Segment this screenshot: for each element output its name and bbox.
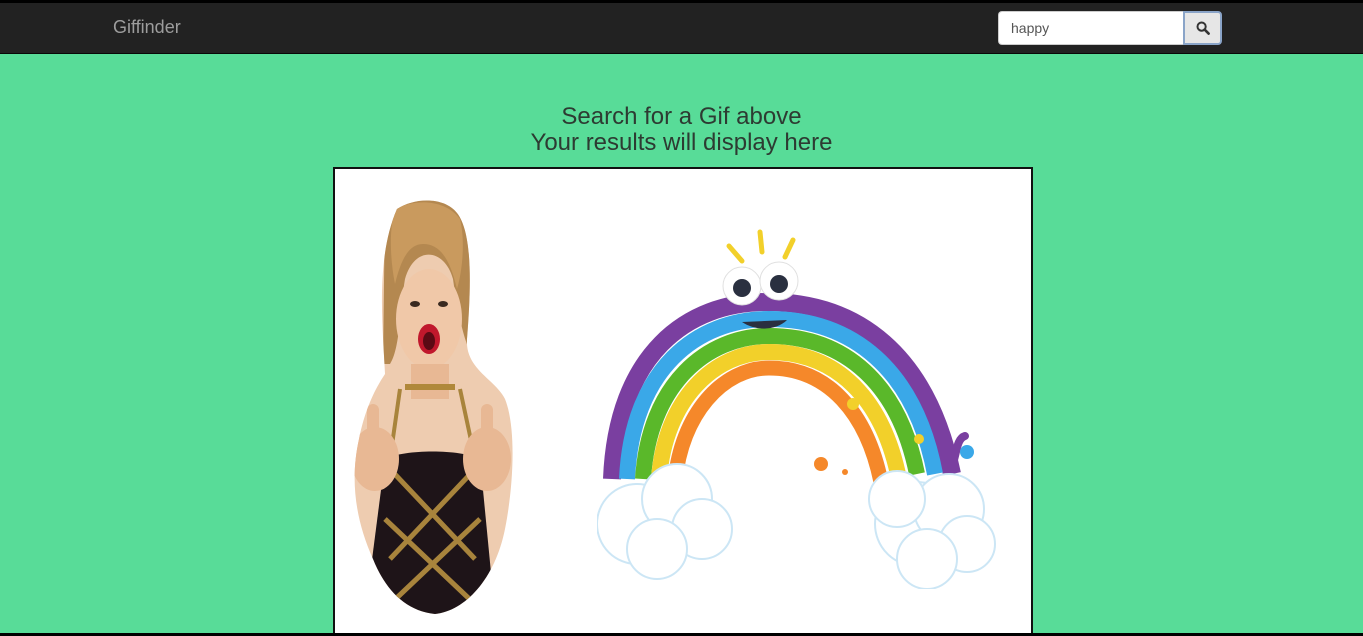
search-form [998, 11, 1222, 45]
search-button[interactable] [1183, 11, 1222, 45]
search-icon [1196, 21, 1210, 35]
instruction-heading: Search for a Gif above [561, 103, 802, 130]
search-input[interactable] [998, 11, 1183, 45]
page: Giffinder Search for a Gif above Your re… [0, 3, 1363, 633]
woman-thumbs-up-gif[interactable] [345, 199, 520, 614]
gif-results-panel [333, 167, 1033, 633]
brand-link[interactable]: Giffinder [113, 17, 181, 38]
results-subheading: Your results will display here [530, 129, 833, 156]
smiling-rainbow-gif[interactable] [597, 224, 1002, 589]
navbar: Giffinder [0, 3, 1363, 54]
